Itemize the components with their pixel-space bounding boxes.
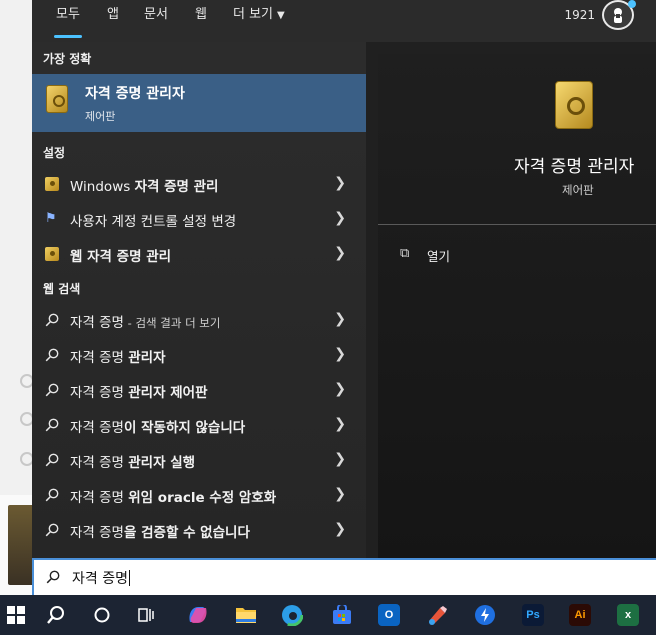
file-explorer-icon[interactable] xyxy=(230,599,262,631)
open-icon: ⧉ xyxy=(400,246,410,261)
web-result-item[interactable]: 자격 증명 관리자 제어판 ❯ xyxy=(32,373,366,408)
windows-start-icon[interactable] xyxy=(0,599,32,631)
search-icon xyxy=(45,523,59,537)
web-result-item[interactable]: 자격 증명 위임 oracle 수정 암호화 ❯ xyxy=(32,478,366,513)
illustrator-icon[interactable]: Ai xyxy=(564,599,596,631)
chevron-right-icon: ❯ xyxy=(334,175,346,191)
rewards-points: 1921 xyxy=(564,8,595,22)
photoshop-icon[interactable]: Ps xyxy=(517,599,549,631)
text-caret xyxy=(128,570,130,586)
section-best-match: 가장 정확 xyxy=(43,52,92,66)
tab-apps[interactable]: 앱 xyxy=(107,0,119,42)
divider xyxy=(378,224,656,225)
search-icon xyxy=(46,570,60,584)
chevron-right-icon: ❯ xyxy=(334,486,346,502)
search-icon[interactable] xyxy=(40,599,72,631)
search-icon xyxy=(45,348,59,362)
search-icon xyxy=(45,453,59,467)
web-result-item[interactable]: 자격 증명 관리자 실행 ❯ xyxy=(32,443,366,478)
chevron-right-icon: ❯ xyxy=(334,451,346,467)
user-icon xyxy=(614,8,622,23)
screen: 모두 앱 문서 웹 더 보기 ▼ 1921 가장 정확 자격 증명 관리자 제어판… xyxy=(0,0,656,635)
credential-manager-icon xyxy=(555,81,593,129)
search-icon xyxy=(45,313,59,327)
search-value: 자격 증명 xyxy=(72,571,128,587)
results-list: 가장 정확 자격 증명 관리자 제어판 설정 Windows 자격 증명 관리 … xyxy=(32,42,366,558)
paint-icon[interactable] xyxy=(421,599,453,631)
open-action[interactable]: 열기 xyxy=(427,246,450,265)
chevron-right-icon: ❯ xyxy=(334,346,346,362)
web-result-item[interactable]: 자격 증명 - 검색 결과 더 보기 ❯ xyxy=(32,303,366,338)
edge-icon[interactable] xyxy=(276,599,308,631)
credential-manager-icon xyxy=(46,85,68,113)
desktop-background xyxy=(0,0,38,595)
tab-web[interactable]: 웹 xyxy=(195,0,207,42)
search-tabs: 모두 앱 문서 웹 더 보기 ▼ 1921 xyxy=(32,0,656,42)
excel-icon[interactable]: x xyxy=(612,599,644,631)
tab-documents[interactable]: 문서 xyxy=(144,0,168,42)
best-match-item[interactable]: 자격 증명 관리자 제어판 xyxy=(32,74,366,132)
taskbar: O Ps Ai x xyxy=(0,595,656,635)
preview-pane: 자격 증명 관리자 제어판 ⧉ 열기 xyxy=(378,54,656,558)
settings-item-uac[interactable]: ⚑ 사용자 계정 컨트롤 설정 변경 ❯ xyxy=(32,202,366,237)
search-icon xyxy=(45,418,59,432)
search-icon xyxy=(45,488,59,502)
web-result-item[interactable]: 자격 증명이 작동하지 않습니다 ❯ xyxy=(32,408,366,443)
web-result-item[interactable]: 자격 증명을 검증할 수 없습니다 ❯ xyxy=(32,513,366,548)
web-result-item[interactable]: 자격 증명 관리자 ❯ xyxy=(32,338,366,373)
notification-dot xyxy=(628,0,636,8)
section-web-search: 웹 검색 xyxy=(43,282,81,296)
chevron-right-icon: ❯ xyxy=(334,521,346,537)
best-match-subtitle: 제어판 xyxy=(85,110,116,123)
search-panel: 모두 앱 문서 웹 더 보기 ▼ 1921 가장 정확 자격 증명 관리자 제어판… xyxy=(32,0,656,558)
settings-item-windows-credentials[interactable]: Windows 자격 증명 관리 ❯ xyxy=(32,167,366,202)
search-icon xyxy=(45,383,59,397)
best-match-title: 자격 증명 관리자 xyxy=(85,86,185,102)
microsoft-store-icon[interactable] xyxy=(326,599,358,631)
chevron-right-icon: ❯ xyxy=(334,210,346,226)
outlook-icon[interactable]: O xyxy=(373,599,405,631)
cortana-icon[interactable] xyxy=(86,599,118,631)
preview-title: 자격 증명 관리자 xyxy=(514,157,635,177)
arrow-app-icon[interactable] xyxy=(469,599,501,631)
chevron-down-icon: ▼ xyxy=(277,10,285,21)
tab-all[interactable]: 모두 xyxy=(54,0,82,42)
search-input[interactable]: 자격 증명 xyxy=(32,558,656,595)
task-view-icon[interactable] xyxy=(130,599,162,631)
chevron-right-icon: ❯ xyxy=(334,245,346,261)
copilot-icon[interactable] xyxy=(182,599,214,631)
chevron-right-icon: ❯ xyxy=(334,381,346,397)
chevron-right-icon: ❯ xyxy=(334,416,346,432)
chevron-right-icon: ❯ xyxy=(334,311,346,327)
uac-flag-icon: ⚑ xyxy=(45,211,57,226)
credential-icon xyxy=(45,247,59,261)
tab-more[interactable]: 더 보기 ▼ xyxy=(233,0,285,42)
settings-item-web-credentials[interactable]: 웹 자격 증명 관리 ❯ xyxy=(32,237,366,272)
section-settings: 설정 xyxy=(43,146,66,160)
credential-icon xyxy=(45,177,59,191)
preview-subtitle: 제어판 xyxy=(562,183,594,197)
